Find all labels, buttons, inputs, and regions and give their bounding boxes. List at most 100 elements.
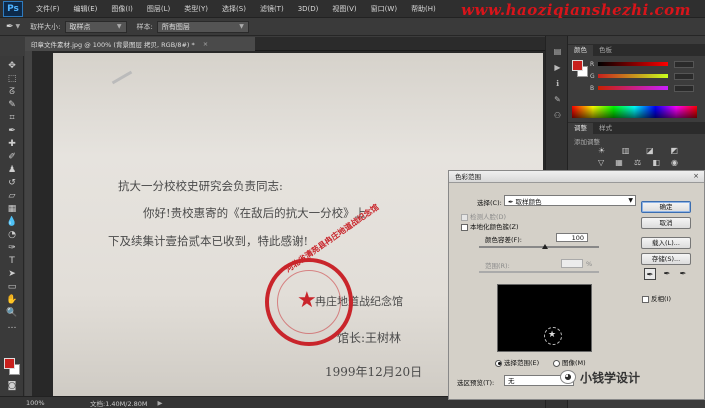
vibrance-icon[interactable]: ▽ — [598, 158, 604, 167]
color-panel-foreground[interactable] — [572, 60, 583, 71]
tab-swatches[interactable]: 色板 — [593, 45, 618, 56]
stamp-tool-icon[interactable]: ♟ — [5, 164, 19, 175]
menu-3d[interactable]: 3D(D) — [291, 5, 326, 13]
photo-filter-icon[interactable]: ◉ — [671, 158, 678, 167]
zoom-level[interactable]: 100% — [26, 399, 56, 407]
blue-channel-slider[interactable]: B — [590, 84, 698, 92]
document-size-info: 文档:1.40M/2.80M — [90, 399, 148, 408]
sample-select[interactable]: 所有图层 ▼ — [156, 20, 249, 33]
tab-color[interactable]: 颜色 — [568, 45, 593, 56]
marquee-tool-icon[interactable]: ⬚ — [5, 73, 19, 84]
foreground-color-swatch[interactable] — [4, 358, 15, 369]
zoom-tool-icon[interactable]: 🔍 — [5, 307, 19, 318]
detect-faces-checkbox[interactable] — [461, 213, 468, 221]
cancel-button[interactable]: 取消 — [641, 217, 691, 229]
gradient-tool-icon[interactable]: ▦ — [5, 203, 19, 214]
menu-layer[interactable]: 图层(L) — [140, 4, 177, 14]
move-tool-icon[interactable]: ✥ — [5, 60, 19, 71]
localized-option[interactable]: 本地化颜色簇(Z) — [461, 221, 519, 231]
color-spectrum-bar[interactable] — [572, 106, 697, 118]
info-panel-icon[interactable]: ℹ — [552, 78, 563, 88]
menu-filter[interactable]: 滤镜(T) — [253, 4, 291, 14]
menu-image[interactable]: 图像(I) — [104, 4, 140, 14]
select-dropdown[interactable]: ✒ 取样颜色 ▼ — [504, 195, 636, 206]
letter-date: 1999年12月20日 — [325, 365, 423, 379]
crop-tool-icon[interactable]: ⌗ — [5, 112, 19, 123]
menu-edit[interactable]: 编辑(E) — [67, 4, 105, 14]
color-balance-icon[interactable]: ⚖ — [634, 158, 641, 167]
brush-panel-icon[interactable]: ✎ — [552, 94, 563, 104]
close-icon[interactable]: × — [691, 172, 701, 181]
menu-window[interactable]: 窗口(W) — [364, 4, 404, 14]
hue-saturation-icon[interactable]: ▦ — [615, 158, 623, 167]
eyedropper-tool-icon[interactable]: ✒ — [6, 22, 14, 32]
menu-type[interactable]: 类型(Y) — [177, 4, 215, 14]
eyedropper-minus-icon[interactable]: ✒ — [677, 268, 689, 280]
red-channel-slider[interactable]: R — [590, 60, 698, 68]
menu-select[interactable]: 选择(S) — [215, 4, 253, 14]
chevron-down-icon: ▼ — [628, 197, 633, 204]
quick-mask-icon[interactable]: ◙ — [5, 380, 19, 391]
radio-image-option[interactable]: 图像(M) — [553, 357, 586, 367]
radio-selection-option[interactable]: 选择范围(E) — [495, 357, 539, 367]
tab-adjustments[interactable]: 调整 — [568, 123, 593, 134]
close-icon[interactable]: × — [203, 40, 208, 48]
levels-icon[interactable]: ▥ — [622, 146, 630, 155]
exposure-icon[interactable]: ◩ — [670, 146, 678, 155]
document-tab[interactable]: 印章文件素材.jpg @ 100% (背景图层 拷贝, RGB/8#) * × — [25, 37, 255, 51]
save-button[interactable]: 存储(S)... — [641, 253, 691, 265]
color-panel-tabs: 颜色 色板 — [568, 44, 705, 56]
eyedropper-plus-icon[interactable]: ✒ — [661, 268, 673, 280]
menu-file[interactable]: 文件(F) — [29, 4, 67, 14]
fuzziness-slider-track[interactable] — [479, 246, 599, 248]
menu-help[interactable]: 帮助(H) — [404, 4, 443, 14]
healing-brush-tool-icon[interactable]: ✚ — [5, 138, 19, 149]
path-select-tool-icon[interactable]: ➤ — [5, 268, 19, 279]
green-channel-value[interactable] — [674, 72, 694, 80]
sample-size-select[interactable]: 取样点 ▼ — [64, 20, 127, 33]
status-arrow-icon[interactable]: ▶ — [158, 399, 163, 407]
edit-toolbar-icon[interactable]: … — [5, 320, 19, 331]
invert-option[interactable]: 反相(I) — [642, 293, 671, 303]
letter-line-1: 抗大一分校校史研究会负责同志: — [118, 179, 283, 193]
clone-source-panel-icon[interactable]: ⚇ — [552, 110, 563, 120]
shape-tool-icon[interactable]: ▭ — [5, 281, 19, 292]
curves-icon[interactable]: ◪ — [646, 146, 654, 155]
lasso-tool-icon[interactable]: ᘔ — [5, 86, 19, 97]
quick-select-tool-icon[interactable]: ✎ — [5, 99, 19, 110]
blur-tool-icon[interactable]: 💧 — [5, 216, 19, 227]
menu-view[interactable]: 视图(V) — [325, 4, 363, 14]
history-brush-tool-icon[interactable]: ↺ — [5, 177, 19, 188]
hand-tool-icon[interactable]: ✋ — [5, 294, 19, 305]
sample-size-value: 取样点 — [69, 22, 91, 31]
ok-button[interactable]: 确定 — [641, 201, 691, 213]
tab-styles[interactable]: 样式 — [593, 123, 618, 134]
black-white-icon[interactable]: ◧ — [652, 158, 660, 167]
dodge-tool-icon[interactable]: ◔ — [5, 229, 19, 240]
fuzziness-slider-thumb[interactable] — [542, 244, 548, 249]
load-button[interactable]: 载入(L)... — [641, 237, 691, 249]
dialog-title[interactable]: 色彩范围 — [449, 171, 704, 183]
document-tab-bar: 印章文件素材.jpg @ 100% (背景图层 拷贝, RGB/8#) * × — [25, 37, 545, 51]
radio-selection[interactable] — [495, 359, 502, 367]
invert-checkbox[interactable] — [642, 295, 649, 303]
fuzziness-input[interactable]: 100 — [556, 233, 588, 242]
actions-panel-icon[interactable]: ▶ — [552, 62, 563, 72]
green-channel-slider[interactable]: G — [590, 72, 698, 80]
options-bar: ✒ ▼ 取样大小: 取样点 ▼ 样本: 所有图层 ▼ — [0, 18, 705, 36]
detect-faces-option[interactable]: 检测人脸(D) — [461, 211, 506, 221]
eyedropper-icon[interactable]: ✒ — [644, 268, 656, 280]
history-panel-icon[interactable]: ▤ — [552, 46, 563, 56]
localized-checkbox[interactable] — [461, 223, 468, 231]
blue-channel-value[interactable] — [674, 84, 694, 92]
radio-image[interactable] — [553, 359, 560, 367]
brush-tool-icon[interactable]: ✐ — [5, 151, 19, 162]
pen-tool-icon[interactable]: ✑ — [5, 242, 19, 253]
type-tool-icon[interactable]: T — [5, 255, 19, 266]
tool-preset-chevron-icon[interactable]: ▼ — [16, 23, 21, 30]
vertical-ruler — [25, 51, 32, 396]
eyedropper-tool-icon[interactable]: ✒ — [5, 125, 19, 136]
red-channel-value[interactable] — [674, 60, 694, 68]
eraser-tool-icon[interactable]: ▱ — [5, 190, 19, 201]
brightness-icon[interactable]: ☀ — [598, 146, 605, 155]
